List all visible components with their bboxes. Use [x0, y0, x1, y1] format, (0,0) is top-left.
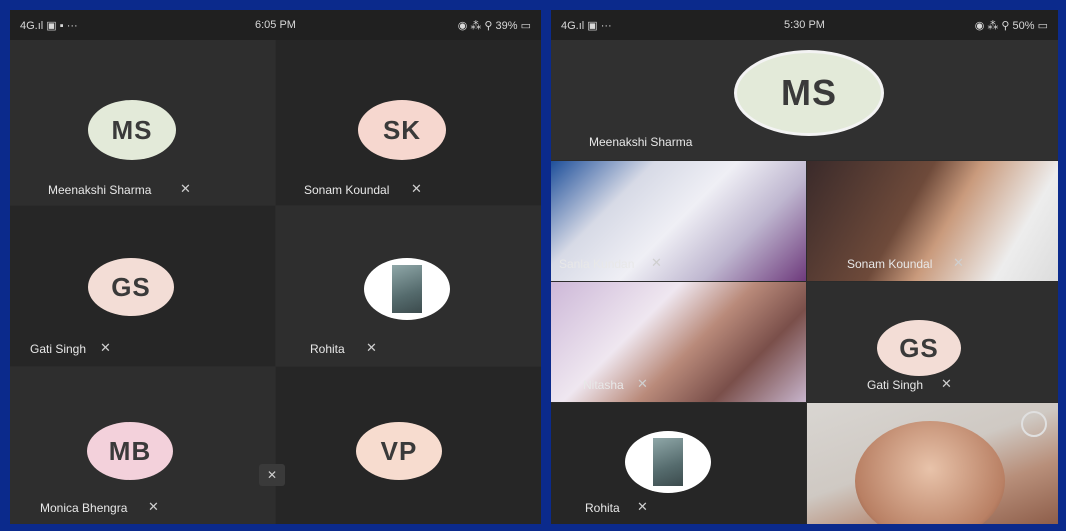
- muted-mic-icon: ✕: [651, 255, 662, 270]
- participant-tile[interactable]: GS Gati Singh ✕: [807, 282, 1058, 402]
- participant-name: Gati Singh: [30, 342, 87, 356]
- participant-name: Nitasha: [583, 378, 624, 392]
- participant-tile[interactable]: MB Monica Bhengra ✕: [10, 367, 275, 524]
- muted-mic-icon: ✕: [953, 255, 964, 270]
- status-time: 6:05 PM: [255, 19, 296, 31]
- participant-tile[interactable]: Rohita ✕: [276, 206, 541, 366]
- participant-face: [855, 421, 1005, 524]
- muted-mic-icon: ✕: [411, 181, 422, 196]
- status-time: 5:30 PM: [784, 19, 825, 31]
- participant-name: Sonam Koundal: [847, 257, 933, 271]
- participant-photo: [625, 431, 711, 493]
- main-speaker-avatar: MS: [734, 50, 884, 136]
- participant-name: Gati Singh: [867, 378, 924, 392]
- participant-name: Sanla Kundan: [559, 257, 635, 271]
- status-bar: 4G.ıl ▣ ▪ ··· 6:05 PM ◉ ⁂ ⚲ 39% ▭: [10, 10, 541, 40]
- muted-mic-icon: ✕: [148, 499, 159, 514]
- main-speaker-name: Meenakshi Sharma: [589, 135, 693, 149]
- participant-tile[interactable]: Rohita ✕: [551, 403, 806, 524]
- participant-name: Sonam Koundal: [304, 183, 390, 197]
- muted-mic-icon: ✕: [180, 181, 191, 196]
- camera-switch-icon[interactable]: [1021, 411, 1047, 437]
- muted-mic-icon: ✕: [259, 464, 285, 486]
- muted-mic-icon: ✕: [637, 376, 648, 391]
- participant-avatar: GS: [88, 258, 174, 316]
- participant-avatar: SK: [358, 100, 446, 160]
- participant-tile[interactable]: SK Sonam Koundal ✕: [276, 40, 541, 205]
- status-bar: 4G.ıl ▣ ··· 5:30 PM ◉ ⁂ ⚲ 50% ▭: [551, 10, 1058, 40]
- participant-tile[interactable]: VP: [276, 367, 541, 524]
- signal-indicators: 4G.ıl ▣ ▪ ···: [20, 19, 78, 32]
- participant-video[interactable]: Nitasha ✕: [551, 282, 806, 402]
- muted-mic-icon: ✕: [100, 340, 111, 355]
- muted-mic-icon: ✕: [366, 340, 377, 355]
- right-call-screen: 4G.ıl ▣ ··· 5:30 PM ◉ ⁂ ⚲ 50% ▭ MS Meena…: [551, 10, 1058, 524]
- battery-indicators: ◉ ⁂ ⚲ 39% ▭: [457, 19, 531, 32]
- battery-indicators: ◉ ⁂ ⚲ 50% ▭: [974, 19, 1048, 32]
- participant-avatar: GS: [877, 320, 961, 376]
- participant-video[interactable]: [807, 403, 1058, 524]
- main-speaker-tile[interactable]: MS Meenakshi Sharma: [551, 40, 1058, 160]
- participant-avatar: MB: [87, 422, 173, 480]
- muted-mic-icon: ✕: [941, 376, 952, 391]
- muted-mic-icon: ✕: [637, 499, 648, 514]
- participant-video[interactable]: Sanla Kundan ✕: [551, 161, 806, 281]
- participant-name: Rohita: [310, 342, 345, 356]
- signal-indicators: 4G.ıl ▣ ···: [561, 19, 612, 32]
- participant-name: Meenakshi Sharma: [48, 183, 152, 197]
- participant-video[interactable]: Sonam Koundal ✕: [807, 161, 1058, 281]
- participant-photo: [364, 258, 450, 320]
- participant-avatar: VP: [356, 422, 442, 480]
- participant-name: Monica Bhengra: [40, 501, 128, 515]
- participant-tile[interactable]: GS Gati Singh ✕: [10, 206, 275, 366]
- participant-tile[interactable]: MS Meenakshi Sharma ✕: [10, 40, 275, 205]
- participant-name: Rohita: [585, 501, 620, 515]
- participant-avatar: MS: [88, 100, 176, 160]
- left-call-screen: 4G.ıl ▣ ▪ ··· 6:05 PM ◉ ⁂ ⚲ 39% ▭ MS Mee…: [10, 10, 541, 524]
